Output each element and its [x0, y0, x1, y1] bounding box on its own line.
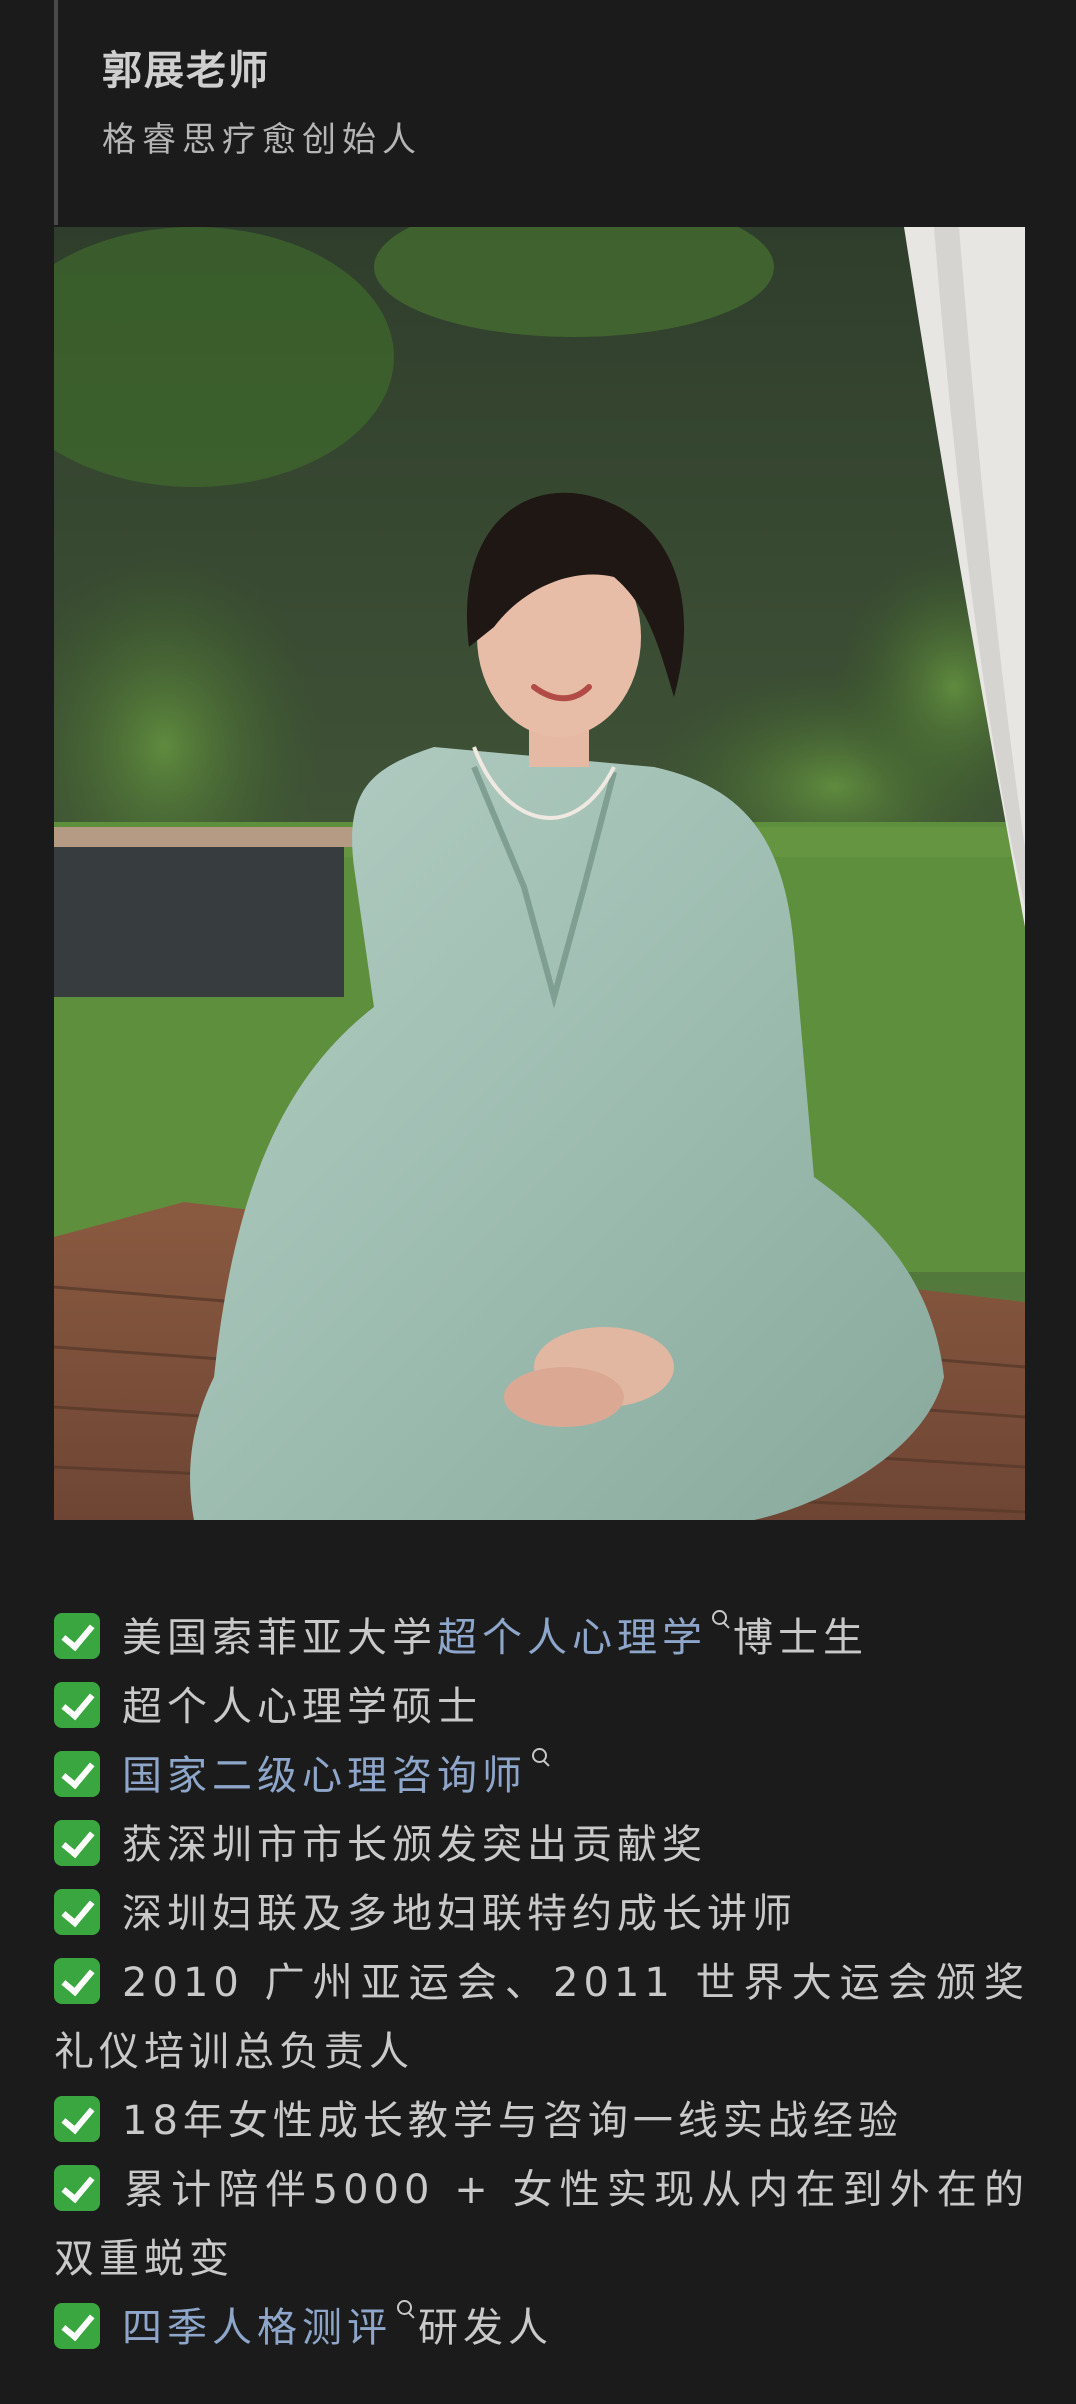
search-link[interactable]: 国家二级心理咨询师: [122, 1753, 527, 1799]
profile-header: 郭展老师 格睿思疗愈创始人: [54, 0, 1038, 225]
teacher-title: 格睿思疗愈创始人: [102, 120, 422, 160]
teacher-name: 郭展老师: [102, 48, 270, 94]
check-mark-icon: [54, 1958, 100, 2004]
portrait-photo: [54, 227, 1025, 1520]
search-icon[interactable]: [531, 1747, 551, 1767]
credential-item: 18年女性成长教学与咨询一线实战经验: [54, 2087, 1029, 2156]
check-mark-icon: [54, 1613, 100, 1659]
credential-item: 深圳妇联及多地妇联特约成长讲师: [54, 1880, 1029, 1949]
credentials-list: 美国索菲亚大学超个人心理学 博士生 超个人心理学硕士 国家二级心理咨询师 获深圳市…: [54, 1604, 1029, 2363]
check-mark-icon: [54, 1751, 100, 1797]
check-mark-icon: [54, 1682, 100, 1728]
check-mark-icon: [54, 1820, 100, 1866]
check-mark-icon: [54, 2096, 100, 2142]
search-icon[interactable]: [396, 2299, 416, 2319]
search-link[interactable]: 四季人格测评: [122, 2305, 392, 2351]
credential-item: 国家二级心理咨询师: [54, 1742, 1029, 1811]
credential-item: 四季人格测评 研发人: [54, 2294, 1029, 2363]
search-link[interactable]: 超个人心理学: [437, 1615, 707, 1661]
check-mark-icon: [54, 1889, 100, 1935]
check-mark-icon: [54, 2303, 100, 2349]
check-mark-icon: [54, 2165, 100, 2211]
credential-item: 获深圳市市长颁发突出贡献奖: [54, 1811, 1029, 1880]
credential-item: 美国索菲亚大学超个人心理学 博士生: [54, 1604, 1029, 1673]
credential-item: 累计陪伴5000 + 女性实现从内在到外在的双重蜕变: [54, 2165, 1029, 2282]
credential-item: 超个人心理学硕士: [54, 1673, 1029, 1742]
search-icon[interactable]: [711, 1609, 731, 1629]
credential-item: 2010 广州亚运会、2011 世界大运会颁奖礼仪培训总负责人: [54, 1958, 1029, 2075]
